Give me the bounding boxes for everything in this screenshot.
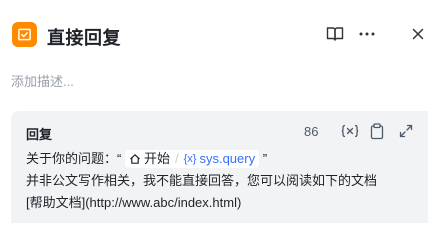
reply-text-suffix: ”: [262, 151, 268, 166]
expand-icon[interactable]: [396, 121, 416, 141]
variable-icon[interactable]: [340, 121, 360, 141]
home-icon: [130, 153, 140, 164]
node-header: 直接回复: [0, 0, 428, 70]
reference-variable-name: sys.query: [199, 150, 256, 166]
char-count: 86: [304, 124, 319, 139]
more-icon[interactable]: [357, 24, 377, 44]
reference-node-name: 开始: [143, 150, 170, 166]
variable-reference[interactable]: 开始 / {x} sys.query: [124, 149, 260, 168]
clipboard-icon[interactable]: [367, 121, 387, 141]
reply-label: 回复: [26, 127, 53, 142]
book-icon[interactable]: [325, 24, 345, 44]
description-input[interactable]: 添加描述...: [11, 71, 74, 90]
close-icon[interactable]: [408, 24, 428, 44]
reply-line-3: [帮助文档](http://www.abc/index.html): [26, 195, 242, 210]
reply-panel: 回复 86 关于你的问题：“ 开始 / {x} sys.query ” 并非公文…: [11, 111, 428, 223]
reply-text-prefix: 关于你的问题：“: [26, 151, 122, 166]
node-title[interactable]: 直接回复: [47, 24, 121, 50]
variable-prefix: {x}: [183, 152, 197, 165]
reference-separator: /: [174, 150, 179, 166]
reply-content[interactable]: 关于你的问题：“ 开始 / {x} sys.query ” 并非公文写作相关，我…: [26, 148, 426, 214]
reply-node-icon: [12, 22, 37, 47]
reply-line-1: 关于你的问题：“ 开始 / {x} sys.query ”: [26, 148, 426, 170]
reply-line-2: 并非公文写作相关，我不能直接回答，您可以阅读如下的文档: [26, 173, 378, 188]
